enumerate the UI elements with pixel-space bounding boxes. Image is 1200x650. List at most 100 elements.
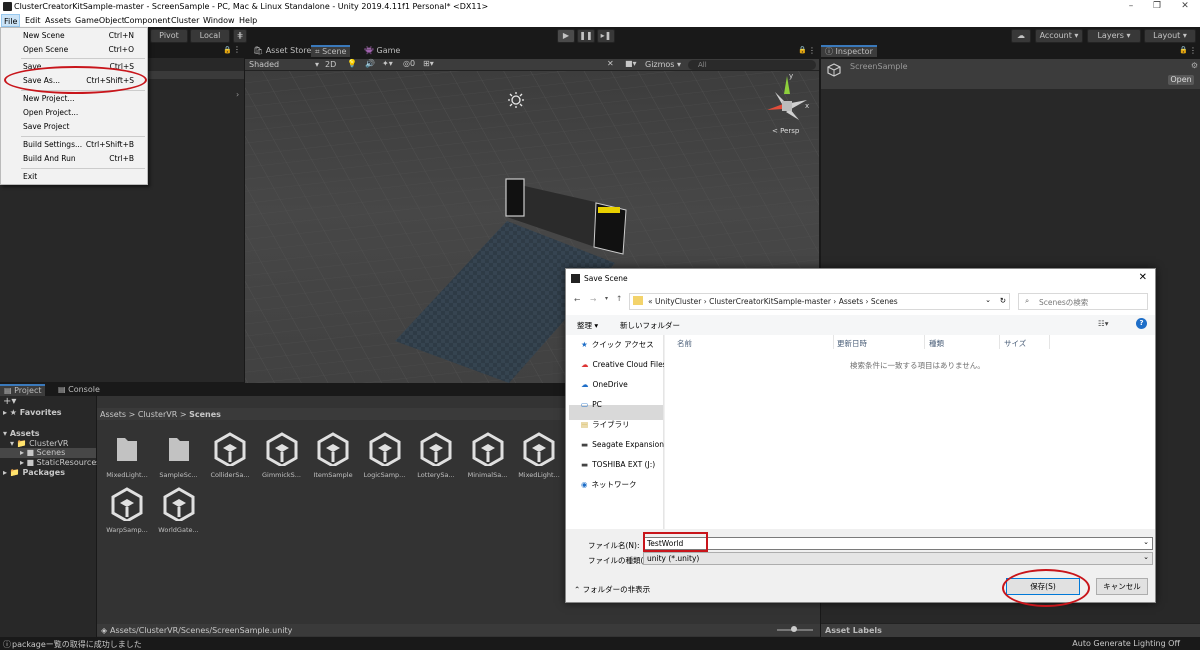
nav-item-6[interactable]: ▬ TOSHIBA EXT (J:)	[569, 455, 664, 474]
file-menu-item-0[interactable]: New Scene Ctrl+N	[1, 31, 147, 43]
tab-inspector[interactable]: ⓘ Inspector	[821, 45, 877, 57]
tree-assets[interactable]: ▾ Assets	[3, 429, 40, 438]
asset-scene-item[interactable]: MixedLight...	[515, 432, 563, 479]
menu-file[interactable]: File	[1, 14, 21, 27]
lock-icon[interactable]: 🔒	[1179, 46, 1188, 54]
chevron-down-icon[interactable]: ⌄	[1143, 553, 1149, 561]
file-menu-item-6[interactable]: Save Project	[1, 122, 147, 134]
mode-2d-toggle[interactable]: 2D	[325, 60, 336, 69]
tools-icon[interactable]: ✕	[607, 59, 614, 68]
menu-gameobject[interactable]: GameObject	[75, 16, 125, 25]
menu-component[interactable]: Component	[124, 16, 170, 25]
lock-icon[interactable]: 🔒	[223, 46, 232, 54]
column-modified[interactable]: 更新日時	[837, 338, 867, 349]
file-menu-item-5[interactable]: Open Project...	[1, 108, 147, 120]
asset-scene-item[interactable]: ColliderSa...	[206, 432, 254, 479]
dialog-search-input[interactable]: ⌕ Scenesの検索	[1018, 293, 1148, 310]
path-segment-3[interactable]: Scenes	[871, 297, 898, 306]
menu-help[interactable]: Help	[239, 16, 257, 25]
chevron-right-icon[interactable]: ›	[236, 90, 239, 99]
grid-icon[interactable]: ⊞▾	[423, 59, 434, 68]
hidden-objects-icon[interactable]: ◎0	[403, 59, 415, 68]
local-toggle[interactable]: Local	[190, 29, 230, 43]
breadcrumb-scenes[interactable]: Scenes	[189, 410, 221, 419]
lock-icon[interactable]: 🔒	[798, 46, 807, 54]
pause-button[interactable]: ❚❚	[577, 29, 595, 43]
more-icon[interactable]: ⋮	[1189, 46, 1197, 55]
audio-icon[interactable]: 🔊	[365, 59, 375, 68]
asset-folder-item[interactable]: SampleSc...	[155, 432, 203, 479]
asset-scene-item[interactable]: GimmickS...	[258, 432, 306, 479]
file-menu-item-7[interactable]: Build Settings... Ctrl+Shift+B	[1, 140, 147, 152]
cloud-button[interactable]: ☁	[1011, 29, 1031, 43]
history-dropdown-button[interactable]: ▾	[605, 295, 608, 302]
nav-item-3[interactable]: ▭ PC	[569, 395, 664, 414]
filetype-select[interactable]: unity (*.unity) ⌄	[643, 552, 1153, 565]
asset-scene-item[interactable]: MinimalSa...	[464, 432, 512, 479]
zoom-slider-thumb[interactable]	[791, 626, 797, 632]
gizmos-dropdown[interactable]: Gizmos ▾	[645, 60, 685, 69]
shading-dropdown[interactable]: Shaded ▾	[249, 60, 319, 69]
open-button[interactable]: Open	[1168, 75, 1194, 85]
asset-scene-item[interactable]: LogicSamp...	[361, 432, 409, 479]
hide-folders-toggle[interactable]: ⌃ フォルダーの非表示	[574, 584, 650, 595]
pivot-toggle[interactable]: Pivot	[150, 29, 188, 43]
chevron-down-icon[interactable]: ⌄	[985, 296, 991, 304]
tab-project[interactable]: ▤ Project	[0, 384, 46, 396]
auto-lighting-label[interactable]: Auto Generate Lighting Off	[1072, 639, 1180, 648]
settings-gear-icon[interactable]: ⚙	[1191, 61, 1198, 70]
tree-packages[interactable]: ▸ 📁 Packages	[3, 468, 65, 477]
help-icon[interactable]: ?	[1136, 318, 1147, 329]
tree-scenes[interactable]: ▸ ■ Scenes	[20, 448, 65, 457]
asset-folder-item[interactable]: MixedLight...	[103, 432, 151, 479]
file-menu-item-8[interactable]: Build And Run Ctrl+B	[1, 154, 147, 166]
tree-clustervr[interactable]: ▾ 📁 ClusterVR	[10, 439, 69, 448]
asset-scene-item[interactable]: ItemSample	[309, 432, 357, 479]
account-dropdown[interactable]: Account ▾	[1035, 29, 1083, 43]
file-menu-item-1[interactable]: Open Scene Ctrl+O	[1, 45, 147, 57]
play-button[interactable]: ▶	[557, 29, 575, 43]
effects-icon[interactable]: ✦▾	[382, 59, 393, 68]
path-segment-1[interactable]: ClusterCreatorKitSample-master	[709, 297, 831, 306]
scene-search-input[interactable]: All	[688, 60, 816, 70]
new-folder-button[interactable]: 新しいフォルダー	[620, 320, 680, 331]
refresh-icon[interactable]: ↻	[1000, 296, 1006, 305]
view-options-icon[interactable]: ☷▾	[1098, 319, 1109, 328]
asset-scene-item[interactable]: WarpSamp...	[103, 487, 151, 534]
nav-item-1[interactable]: ☁ Creative Cloud Files	[569, 355, 664, 374]
nav-item-4[interactable]: ▤ ライブラリ	[569, 415, 664, 434]
close-window-button[interactable]: ✕	[1178, 1, 1192, 13]
path-segment-0[interactable]: UnityCluster	[655, 297, 701, 306]
persp-label[interactable]: < Persp	[772, 127, 799, 135]
column-type[interactable]: 種類	[929, 338, 944, 349]
file-menu-item-4[interactable]: New Project...	[1, 94, 147, 106]
layout-dropdown[interactable]: Layout ▾	[1144, 29, 1196, 43]
menu-assets[interactable]: Assets	[45, 16, 71, 25]
filename-input[interactable]: TestWorld ⌄	[643, 537, 1153, 550]
file-menu-item-9[interactable]: Exit	[1, 172, 147, 184]
column-size[interactable]: サイズ	[1004, 338, 1026, 349]
nav-item-2[interactable]: ☁ OneDrive	[569, 375, 664, 394]
menu-window[interactable]: Window	[203, 16, 235, 25]
tab-game[interactable]: 👾 Game	[360, 45, 404, 57]
organize-button[interactable]: 整理 ▾	[577, 320, 598, 331]
chevron-down-icon[interactable]: ⌄	[1143, 538, 1149, 546]
minimize-button[interactable]: –	[1124, 1, 1138, 13]
menu-cluster[interactable]: Cluster	[171, 16, 199, 25]
cancel-button[interactable]: キャンセル	[1096, 578, 1148, 595]
nav-item-7[interactable]: ◉ ネットワーク	[569, 475, 664, 494]
asset-scene-item[interactable]: LotterySa...	[412, 432, 460, 479]
tree-static-resources[interactable]: ▸ ■ StaticResources	[20, 458, 100, 467]
column-name[interactable]: 名前	[677, 338, 692, 349]
create-plus-button[interactable]: +▾	[3, 396, 16, 407]
more-icon[interactable]: ⋮	[233, 45, 241, 54]
dialog-close-button[interactable]: ✕	[1139, 272, 1147, 283]
menu-edit[interactable]: Edit	[25, 16, 41, 25]
asset-scene-item[interactable]: WorldGate...	[155, 487, 203, 534]
camera-icon[interactable]: ■▾	[625, 59, 637, 68]
lighting-icon[interactable]: 💡	[347, 59, 357, 68]
forward-button[interactable]: →	[590, 295, 596, 304]
more-icon[interactable]: ⋮	[808, 46, 816, 55]
layers-dropdown[interactable]: Layers ▾	[1087, 29, 1141, 43]
grid-snap-button[interactable]: ⋕	[233, 29, 247, 43]
